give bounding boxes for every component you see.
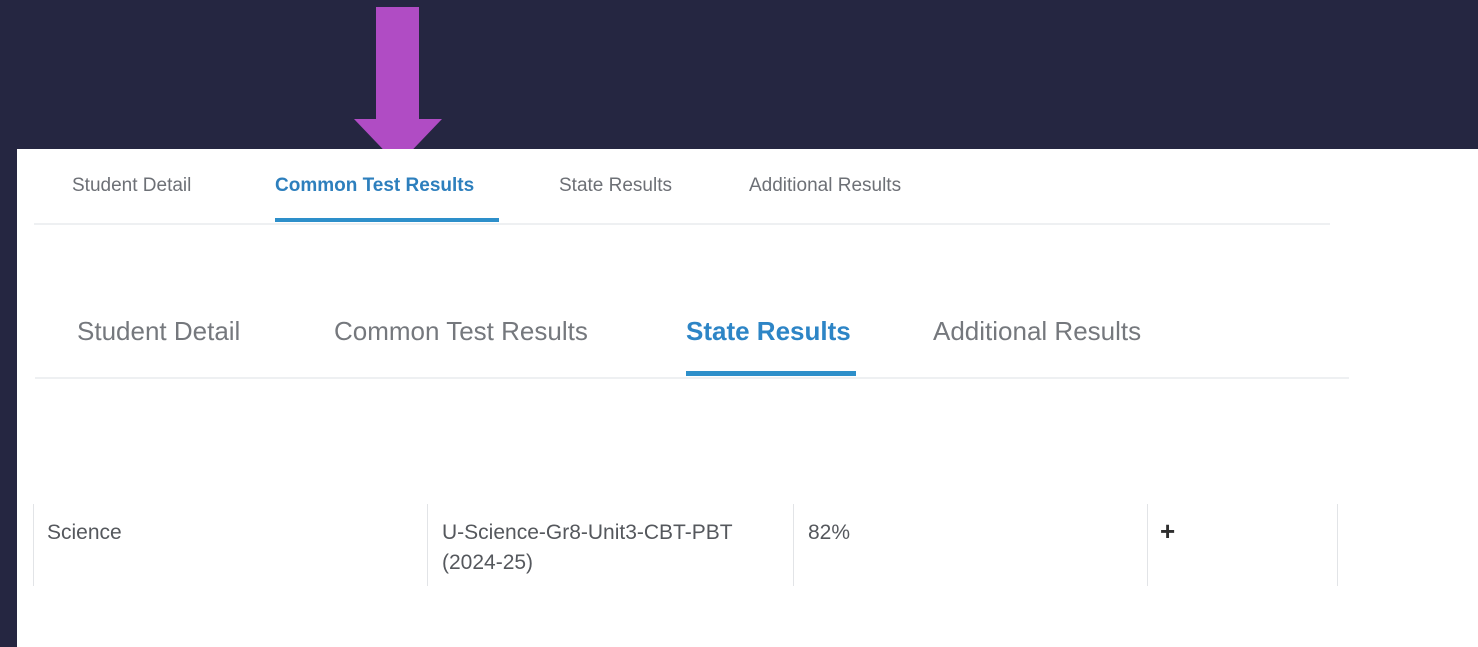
expand-cell: + xyxy=(1147,504,1337,586)
tab-additional-results[interactable]: Additional Results xyxy=(933,316,1141,347)
tab-common-test-results[interactable]: Common Test Results xyxy=(334,316,588,347)
tab-student-detail[interactable]: Student Detail xyxy=(77,316,240,347)
tab-state-results[interactable]: State Results xyxy=(686,316,851,347)
active-tab-indicator xyxy=(275,218,499,222)
tab-student-detail[interactable]: Student Detail xyxy=(72,175,191,197)
tab-common-test-results[interactable]: Common Test Results xyxy=(275,175,474,197)
subject-cell: Science xyxy=(33,504,427,586)
annotation-arrow-down-icon xyxy=(354,7,442,167)
score-value: 82% xyxy=(808,521,851,544)
subject-text: Science xyxy=(47,521,122,544)
student-results-panel: Student Detail Common Test Results State… xyxy=(17,149,1478,647)
tab-bar-large: Student Detail Common Test Results State… xyxy=(35,284,1349,379)
assessment-cell: U-Science-Gr8-Unit3-CBT-PBT (2024-25) xyxy=(427,504,793,586)
table-row: Science U-Science-Gr8-Unit3-CBT-PBT (202… xyxy=(33,504,1338,586)
assessment-name: U-Science-Gr8-Unit3-CBT-PBT (2024-25) xyxy=(442,521,733,574)
tab-additional-results[interactable]: Additional Results xyxy=(749,175,901,197)
tab-bar-small: Student Detail Common Test Results State… xyxy=(34,149,1330,225)
active-tab-indicator xyxy=(686,371,856,376)
row-end-border xyxy=(1337,504,1338,586)
score-cell: 82% xyxy=(793,504,1147,586)
plus-icon[interactable]: + xyxy=(1160,516,1175,546)
tab-state-results[interactable]: State Results xyxy=(559,175,672,197)
